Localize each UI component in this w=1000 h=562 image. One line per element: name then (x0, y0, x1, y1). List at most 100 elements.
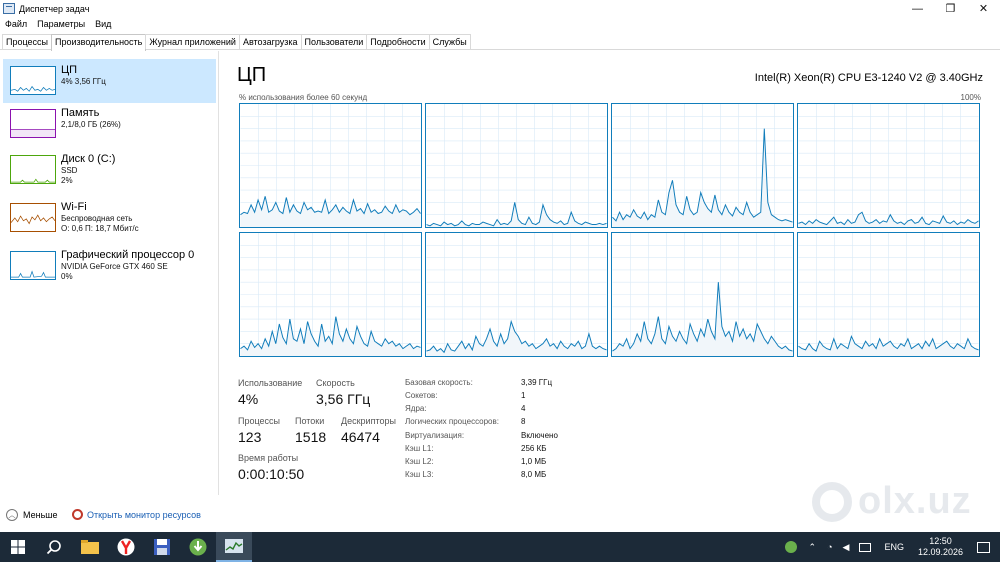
menu-bar: Файл Параметры Вид (0, 17, 116, 31)
sidebar-item-detail: Беспроводная сеть (61, 214, 133, 223)
cpu-core-graph (425, 103, 608, 228)
processes-label: Процессы (238, 416, 281, 426)
window-title: Диспетчер задач (19, 3, 90, 14)
resource-sidebar: ЦП 4% 3,56 ГГц Память 2,1/8,0 ГБ (26%) Д… (0, 51, 219, 495)
sidebar-item-title: ЦП (61, 64, 78, 76)
uptime-value: 0:00:10:50 (238, 466, 305, 482)
sidebar-item-disk[interactable]: Диск 0 (C:) SSD 2% (3, 148, 216, 192)
open-resource-monitor-link[interactable]: Открыть монитор ресурсов (72, 509, 201, 520)
network-icon[interactable]: ◔ (827, 542, 832, 552)
speed-label: Скорость (316, 378, 355, 388)
tab-services[interactable]: Службы (428, 34, 471, 49)
tab-users[interactable]: Пользователи (300, 34, 368, 49)
cpu-core-graph (611, 232, 794, 357)
watermark-logo-icon (812, 481, 852, 522)
cpu-core-graph-svg (612, 233, 793, 356)
cpu-core-graph-svg (426, 104, 607, 227)
fewer-details-label: Меньше (23, 510, 58, 520)
title-bar[interactable]: Диспетчер задач — ❐ ✕ (0, 0, 1000, 17)
disk-thumbnail-graph (10, 155, 56, 184)
close-button[interactable]: ✕ (967, 0, 1000, 17)
spec-value: Включено (521, 431, 558, 440)
spec-value: 8 (521, 417, 526, 426)
spec-value: 4 (521, 404, 526, 413)
system-tray: ⌃ ◔ ◀ ENG 12:50 12.09.2026 (779, 532, 1000, 562)
threads-value: 1518 (295, 429, 327, 445)
sidebar-item-title: Диск 0 (C:) (61, 153, 116, 165)
cpu-core-graph-svg (612, 104, 793, 227)
sidebar-item-gpu[interactable]: Графический процессор 0 NVIDIA GeForce G… (3, 244, 216, 288)
task-manager-window: Диспетчер задач — ❐ ✕ Файл Параметры Вид… (0, 0, 1000, 532)
cpu-core-graph (239, 103, 422, 228)
processes-value: 123 (238, 429, 262, 445)
cpu-core-graph-svg (426, 233, 607, 356)
cpu-core-graph (611, 103, 794, 228)
tab-bar: Процессы Производительность Журнал прило… (0, 34, 1000, 51)
volume-icon[interactable]: ◀ (843, 542, 850, 553)
taskbar: ⌃ ◔ ◀ ENG 12:50 12.09.2026 (0, 532, 1000, 562)
clock[interactable]: 12:50 12.09.2026 (918, 536, 963, 558)
tab-app-history[interactable]: Журнал приложений (145, 34, 240, 49)
graph-max-label: 100% (960, 93, 981, 102)
cpu-core-graph (797, 103, 980, 228)
menu-options[interactable]: Параметры (32, 17, 90, 31)
wifi-thumbnail-graph (10, 203, 56, 232)
tab-startup[interactable]: Автозагрузка (238, 34, 302, 49)
spec-label: Базовая скорость: (405, 378, 473, 387)
tab-performance[interactable]: Производительность (51, 34, 147, 51)
file-explorer-icon[interactable] (72, 532, 108, 562)
chevron-up-icon[interactable]: ⌃ (809, 542, 817, 553)
cpu-core-graph (239, 232, 422, 357)
handles-value: 46474 (341, 429, 380, 445)
save-icon[interactable] (144, 532, 180, 562)
chevron-up-icon: ︿ (6, 509, 18, 521)
search-icon[interactable] (36, 532, 72, 562)
menu-view[interactable]: Вид (90, 17, 116, 31)
uptime-label: Время работы (238, 453, 299, 463)
sidebar-item-title: Wi-Fi (61, 201, 87, 213)
cpu-core-graph-svg (240, 104, 421, 227)
torrent-icon[interactable] (180, 532, 216, 562)
menu-file[interactable]: Файл (0, 17, 32, 31)
cpu-core-graph-svg (798, 233, 979, 356)
usage-label: Использование (238, 378, 303, 388)
cpu-core-graph (425, 232, 608, 357)
cpu-model-name: Intel(R) Xeon(R) CPU E3-1240 V2 @ 3.40GH… (754, 72, 983, 84)
gpu-thumbnail-graph (10, 251, 56, 280)
notifications-icon[interactable] (977, 541, 990, 553)
tab-details[interactable]: Подробности (366, 34, 430, 49)
spec-value: 8,0 МБ (521, 470, 547, 479)
sidebar-item-wifi[interactable]: Wi-Fi Беспроводная сеть О: 0,6 П: 18,7 М… (3, 196, 216, 240)
spec-label: Кэш L2: (405, 457, 434, 466)
usage-value: 4% (238, 391, 259, 407)
resource-monitor-label: Открыть монитор ресурсов (87, 509, 201, 520)
windows-start-icon[interactable] (0, 532, 36, 562)
fewer-details-button[interactable]: ︿ Меньше (6, 509, 58, 521)
watermark: olx.uz (812, 480, 972, 523)
spec-value: 256 КБ (521, 444, 547, 453)
task-manager-taskbar-icon[interactable] (216, 532, 252, 562)
sidebar-item-detail: 4% 3,56 ГГц (61, 77, 106, 86)
spec-value: 3,39 ГГц (521, 378, 553, 387)
sidebar-item-detail: NVIDIA GeForce GTX 460 SE (61, 262, 168, 271)
cpu-core-graph-svg (240, 233, 421, 356)
tab-processes[interactable]: Процессы (2, 34, 53, 49)
page-title: ЦП (237, 64, 267, 86)
sidebar-item-title: Графический процессор 0 (61, 249, 195, 261)
spec-label: Кэш L1: (405, 444, 434, 453)
yandex-browser-icon[interactable] (108, 532, 144, 562)
maximize-button[interactable]: ❐ (934, 0, 967, 17)
sidebar-item-memory[interactable]: Память 2,1/8,0 ГБ (26%) (3, 102, 216, 146)
spec-label: Виртуализация: (405, 431, 465, 440)
sidebar-item-cpu[interactable]: ЦП 4% 3,56 ГГц (3, 59, 216, 103)
spec-label: Логических процессоров: (405, 417, 499, 426)
language-indicator[interactable]: ENG (884, 542, 904, 552)
sidebar-item-detail: 0% (61, 272, 73, 281)
sidebar-item-detail: SSD (61, 166, 78, 175)
clock-date: 12.09.2026 (917, 547, 963, 557)
clock-time: 12:50 (929, 536, 952, 546)
spec-label: Кэш L3: (405, 470, 434, 479)
display-icon[interactable] (859, 542, 872, 552)
torrent-tray-icon[interactable] (784, 541, 797, 553)
minimize-button[interactable]: — (901, 0, 934, 17)
